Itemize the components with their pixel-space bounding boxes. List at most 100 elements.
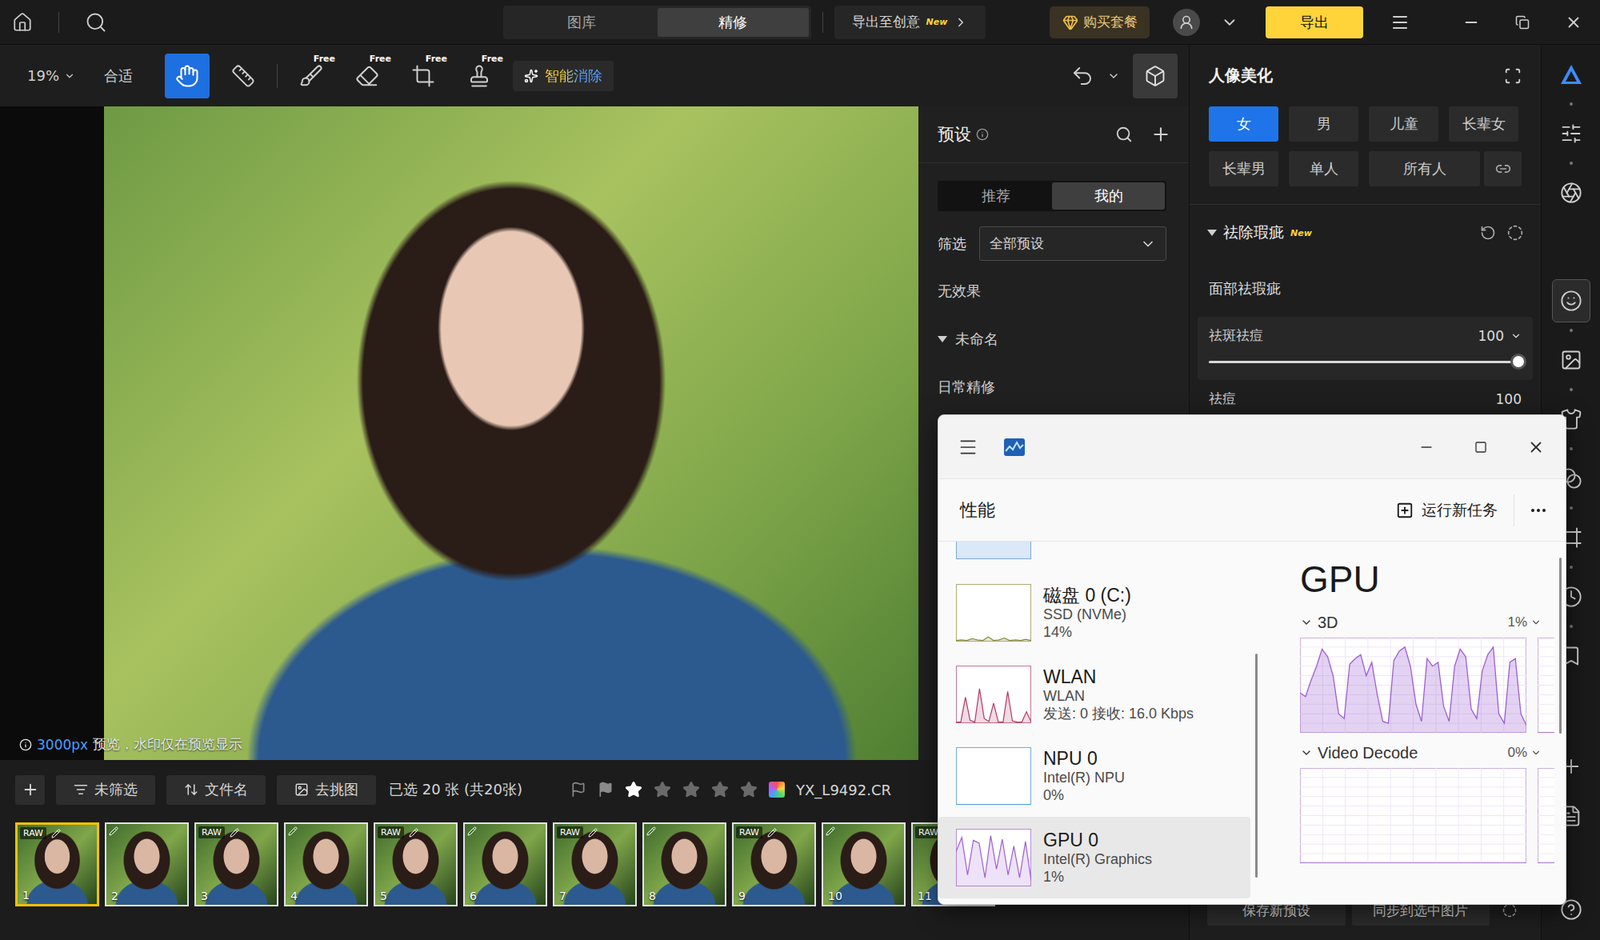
strip-button[interactable] <box>1552 279 1591 323</box>
preset-item[interactable]: 日常精修 <box>918 363 1189 412</box>
flag-icon[interactable] <box>570 781 587 798</box>
avatar[interactable] <box>1172 8 1200 36</box>
search-button[interactable] <box>84 11 108 34</box>
toggle-icon[interactable] <box>1507 224 1524 241</box>
home-button[interactable] <box>12 12 33 33</box>
preset-item[interactable]: 无效果 <box>918 267 1189 316</box>
thumbnail[interactable]: RAW 7 <box>552 822 637 907</box>
thumbnail-number: 7 <box>559 889 567 903</box>
fit-button[interactable]: 合适 <box>104 66 133 86</box>
thumbnail[interactable]: 10 <box>821 822 906 907</box>
import-button[interactable] <box>15 775 45 805</box>
chevron-down-icon <box>1300 746 1313 760</box>
run-task-button[interactable]: 运行新任务 <box>1396 494 1515 527</box>
thumbnail[interactable]: 4 <box>284 822 368 907</box>
close-icon[interactable] <box>1527 438 1545 456</box>
reset-menu-button[interactable] <box>1107 69 1120 83</box>
target-button[interactable]: 所有人 <box>1368 151 1480 187</box>
link-button[interactable] <box>1484 151 1522 187</box>
graph-header[interactable]: 3D1% <box>1300 612 1542 633</box>
tool-button[interactable]: Free <box>400 53 446 99</box>
export-button[interactable]: 导出 <box>1265 6 1364 39</box>
buy-button[interactable]: 购买套餐 <box>1049 6 1150 39</box>
smart-erase-button[interactable]: 智能消除 <box>512 60 614 92</box>
thumbnail[interactable]: RAW1 <box>15 822 100 907</box>
maximize-icon[interactable] <box>1474 440 1488 454</box>
more-button[interactable] <box>1528 500 1548 520</box>
face-detect-button[interactable] <box>1504 67 1522 85</box>
preset-item[interactable]: 未命名 <box>918 315 1189 364</box>
list-scrollbar[interactable] <box>1250 541 1264 904</box>
thumbnail-tags: RAW <box>736 826 777 839</box>
tool-button[interactable] <box>220 53 266 99</box>
minimize-button[interactable] <box>1462 13 1480 32</box>
star-icon[interactable] <box>740 780 758 799</box>
export-to-button[interactable]: 导出至创意New <box>834 5 986 40</box>
target-button[interactable]: 女 <box>1208 106 1279 142</box>
new-badge: New <box>1290 228 1312 239</box>
tool-button[interactable]: Free <box>288 53 334 99</box>
expand-icon <box>1207 229 1217 236</box>
mode-tab[interactable]: 图库 <box>505 8 658 37</box>
thumbnail[interactable]: RAW9 <box>732 822 816 907</box>
tool-button[interactable]: Free <box>344 53 390 99</box>
star-icon[interactable] <box>653 780 672 799</box>
detail-scrollbar[interactable] <box>1554 541 1566 904</box>
preset-search-button[interactable] <box>1115 125 1133 144</box>
star-icon[interactable] <box>624 780 643 799</box>
restore-button[interactable] <box>1515 15 1530 30</box>
reset-icon[interactable] <box>1480 224 1496 241</box>
device-item[interactable]: GPU 0Intel(R) Graphics1% <box>938 816 1251 899</box>
thumbnail-tags <box>467 826 477 836</box>
compare-button[interactable] <box>1132 53 1178 99</box>
device-item[interactable]: 磁盘 0 (C:)SSD (NVMe)14% <box>938 572 1251 654</box>
tool-button[interactable]: Free <box>456 53 502 99</box>
thumbnail-tags: RAW <box>556 826 598 839</box>
strip-button[interactable] <box>1552 338 1591 382</box>
strip-button[interactable] <box>1552 112 1591 156</box>
preset-add-button[interactable] <box>1150 124 1172 145</box>
star-icon[interactable] <box>682 780 700 799</box>
target-button[interactable]: 单人 <box>1288 151 1359 187</box>
cull-button[interactable]: 去挑图 <box>276 775 376 805</box>
preset-tab[interactable]: 我的 <box>1052 182 1165 210</box>
search-icon <box>84 11 108 34</box>
device-item[interactable]: WLANWLAN发送: 0 接收: 16.0 Kbps <box>938 653 1251 736</box>
photo[interactable] <box>104 106 919 760</box>
target-button[interactable]: 长辈女 <box>1448 106 1519 142</box>
mode-tab[interactable]: 精修 <box>657 8 810 37</box>
reject-flag-icon[interactable] <box>597 781 614 798</box>
mini-graph <box>956 665 1032 724</box>
filter-select[interactable]: 全部预设 <box>979 226 1167 261</box>
slider-thumb[interactable] <box>1510 353 1527 370</box>
target-button[interactable]: 男 <box>1288 106 1359 142</box>
thumbnail[interactable]: 2 <box>104 822 189 907</box>
slider[interactable] <box>1208 352 1522 371</box>
strip-button[interactable] <box>1552 171 1591 215</box>
target-button[interactable]: 儿童 <box>1368 106 1439 142</box>
strip-button[interactable] <box>1552 52 1591 96</box>
thumbnail[interactable]: 8 <box>642 822 727 907</box>
color-label[interactable] <box>768 781 785 798</box>
thumbnail[interactable]: RAW5 <box>373 822 458 907</box>
minimize-icon[interactable] <box>1418 439 1435 456</box>
nav-menu-button[interactable] <box>957 436 979 458</box>
graph-header[interactable]: Video Decode0% <box>1300 742 1542 764</box>
device-item-partial <box>938 541 1251 572</box>
reset-button[interactable] <box>1070 64 1095 88</box>
thumbnail[interactable]: RAW3 <box>194 822 279 907</box>
target-button[interactable]: 长辈男 <box>1208 151 1279 187</box>
zoom-select[interactable]: 19% <box>27 67 76 84</box>
preset-tab[interactable]: 推荐 <box>939 182 1052 210</box>
account-menu-button[interactable] <box>1220 13 1239 32</box>
section-header[interactable]: 祛除瑕疵New <box>1189 204 1541 261</box>
sort-button[interactable]: 文件名 <box>166 775 266 805</box>
filter-button[interactable]: 未筛选 <box>56 775 156 805</box>
menu-button[interactable] <box>1390 12 1410 32</box>
device-item[interactable]: NPU 0Intel(R) NPU0% <box>938 735 1251 817</box>
thumbnail[interactable]: 6 <box>463 822 548 907</box>
star-icon[interactable] <box>711 780 729 799</box>
tool-button[interactable] <box>164 53 210 99</box>
separator-dot <box>1569 565 1573 569</box>
close-button[interactable] <box>1564 13 1583 32</box>
